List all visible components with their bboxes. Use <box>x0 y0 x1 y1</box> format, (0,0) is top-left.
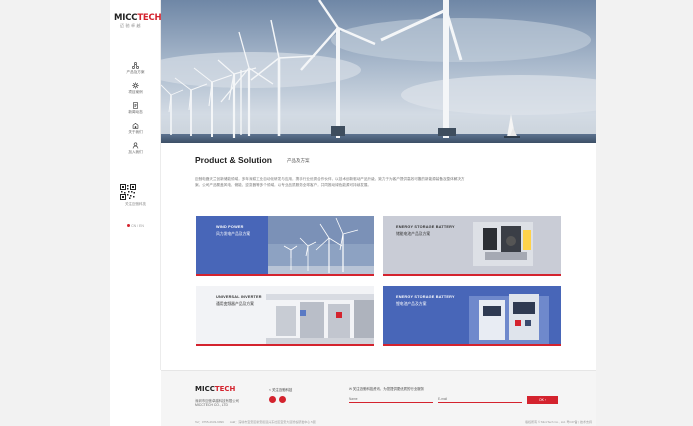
card-universal-inverter[interactable]: UNIVERSAL INVERTER 通用变频器产品及方案 <box>196 286 374 346</box>
sidebar-item-cases[interactable]: 项目案例 <box>110 82 161 95</box>
network-icon <box>132 62 139 69</box>
document-icon <box>133 102 138 109</box>
building-icon <box>132 123 139 129</box>
card-title: WIND POWER <box>216 225 244 229</box>
page: MICCTECH 迈驰卓越 产品及方案 项目案例 新闻动态 关于我们 加入我们 <box>110 0 596 426</box>
qr-label: 关注迈驰科技 <box>125 202 146 206</box>
card-wind-power[interactable]: WIND POWER 风力发电产品及方案 <box>196 216 374 276</box>
card-subtitle: 风力发电产品及方案 <box>216 232 251 236</box>
language-switch[interactable]: CN / EN <box>110 224 161 228</box>
card-title: ENERGY STORAGE BATTERY <box>396 295 455 299</box>
sidebar-item-label: 项目案例 <box>128 90 143 94</box>
sidebar: MICCTECH 迈驰卓越 产品及方案 项目案例 新闻动态 关于我们 加入我们 <box>110 0 162 370</box>
user-icon <box>132 142 139 149</box>
sidebar-item-news[interactable]: 新闻动态 <box>110 102 161 115</box>
submit-button[interactable]: OK › <box>527 396 558 404</box>
footer-message-label: ✉ 关注迈驰科技资讯，为您提供更优质的行业服务 <box>349 387 424 391</box>
footer-copyright: 版权所有 © MiccTech Co., Ltd. 粤ICP备 | 技术支持 <box>525 420 592 424</box>
qr-code-icon <box>120 184 136 200</box>
card-subtitle: 通用变频器产品及方案 <box>216 302 254 306</box>
sidebar-item-label: 关于我们 <box>128 130 143 134</box>
wind-turbine-photo <box>161 0 596 143</box>
active-dot-icon <box>127 224 131 227</box>
card-energy-storage-battery[interactable]: ENERGY STORAGE BATTERY 锂电池产品及方案 <box>383 286 561 346</box>
footer-company-en: MICCTECH CO., LTD <box>195 403 228 407</box>
name-input[interactable] <box>349 396 433 403</box>
email-input[interactable] <box>438 396 522 403</box>
section-title-cn: 产品及方案 <box>287 158 310 163</box>
footer-follow-label: < 关注迈驰科技 <box>269 388 293 392</box>
sidebar-item-join[interactable]: 加入我们 <box>110 142 161 155</box>
brand-subtitle: 迈驰卓越 <box>120 23 142 28</box>
sidebar-item-label: 新闻动态 <box>128 110 143 114</box>
card-title: UNIVERSAL INVERTER <box>216 295 262 299</box>
sidebar-item-label: 产品及方案 <box>126 70 145 74</box>
sidebar-item-about[interactable]: 关于我们 <box>110 122 161 135</box>
weibo-icon[interactable] <box>279 396 286 403</box>
brand-logo[interactable]: MICCTECH <box>114 13 162 23</box>
footer-logo[interactable]: MICCTECH <box>195 385 235 393</box>
card-subtitle: 储能电池产品及方案 <box>396 232 431 236</box>
hero-banner <box>161 0 596 143</box>
card-title: ENERGY STORAGE BATTERY <box>396 225 455 229</box>
card-energy-storage[interactable]: ENERGY STORAGE BATTERY 储能电池产品及方案 <box>383 216 561 276</box>
section-title: Product & Solution <box>195 155 272 165</box>
footer-contact: Tel：0755-2633-9999 Add：深圳市宝安区新安街道兴东社区宝安大… <box>195 420 316 424</box>
section-intro-text: 迈驰电器天兰创新储能领域，多年深耕工业自动化研发与应用，携手行业优秀合作伙伴，以… <box>195 177 465 187</box>
sidebar-item-label: 加入我们 <box>128 150 143 154</box>
sidebar-item-products[interactable]: 产品及方案 <box>110 62 161 75</box>
gear-icon <box>132 82 139 89</box>
footer: MICCTECH 深圳市迈驰卓越科技有限公司 MICCTECH CO., LTD… <box>161 370 596 426</box>
card-subtitle: 锂电池产品及方案 <box>396 302 427 306</box>
wechat-icon[interactable] <box>269 396 276 403</box>
